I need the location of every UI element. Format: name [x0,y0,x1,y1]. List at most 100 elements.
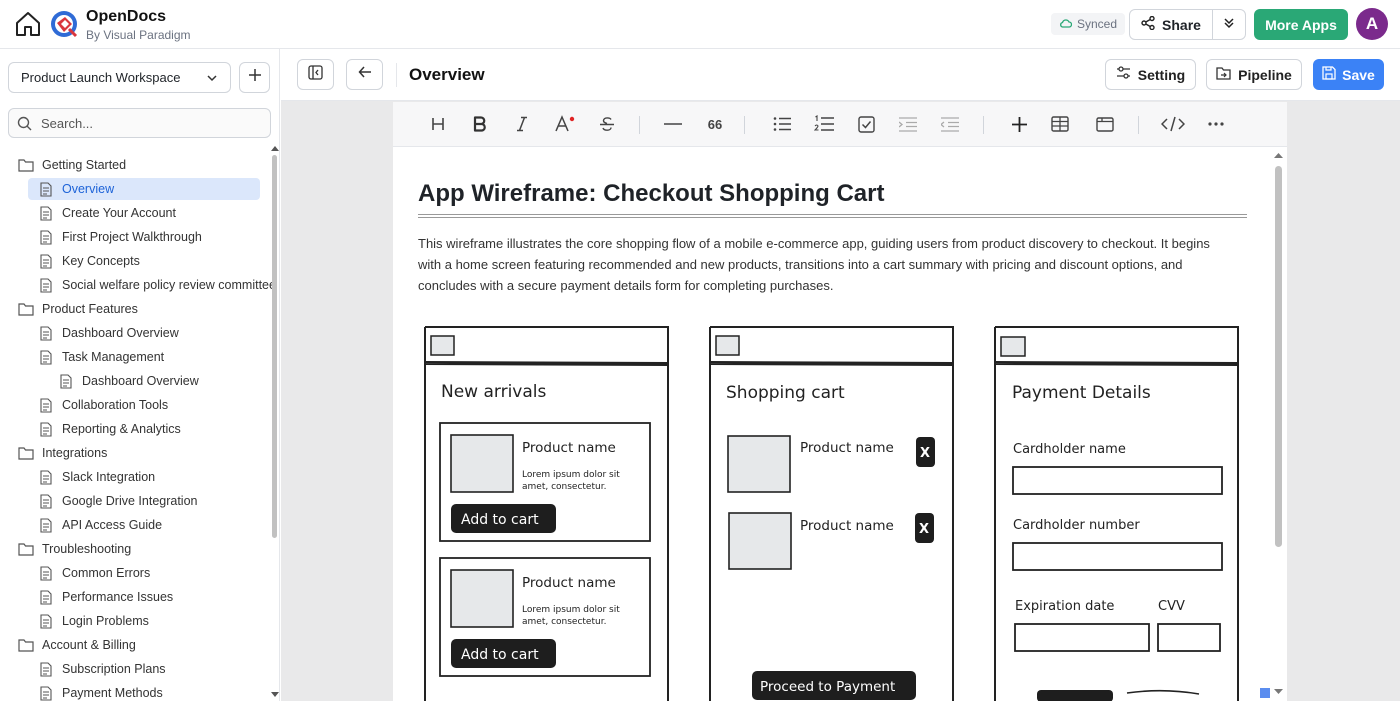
document-icon [38,661,54,677]
checklist-icon[interactable] [852,111,880,137]
tree-item-google-drive[interactable]: Google Drive Integration [38,490,198,512]
more-options-icon[interactable] [1202,111,1230,137]
document-paragraph: This wireframe illustrates the core shop… [418,236,1210,293]
add-workspace-button[interactable] [239,62,270,93]
setting-button[interactable]: Setting [1105,59,1196,90]
bold-icon[interactable] [466,111,494,137]
tree-item-subscription[interactable]: Subscription Plans [38,658,166,680]
tree-item-task-management[interactable]: Task Management [38,346,164,368]
share-dropdown-button[interactable] [1213,10,1245,39]
toggle-sidebar-button[interactable] [297,59,334,90]
document-icon [58,373,74,389]
wf-product-desc: amet, consectetur. [522,617,606,627]
tree-folder-integrations[interactable]: Integrations [18,442,107,464]
insert-plus-icon[interactable] [1005,111,1033,137]
wf-product-desc: Lorem ipsum dolor sit [522,470,620,480]
scroll-up-icon[interactable] [1274,152,1283,158]
tree-folder-account-billing[interactable]: Account & Billing [18,634,136,656]
share-button[interactable]: Share [1130,10,1213,39]
app-title: OpenDocs [86,8,167,25]
tree-folder-troubleshooting[interactable]: Troubleshooting [18,538,131,560]
share-label: Share [1162,16,1201,33]
scroll-down-icon[interactable] [1274,689,1283,695]
outdent-icon[interactable] [936,111,964,137]
home-icon[interactable] [12,9,44,39]
tree-item-api-access[interactable]: API Access Guide [38,514,162,536]
pipeline-button[interactable]: Pipeline [1206,59,1302,90]
document-icon [38,349,54,365]
folder-icon [18,157,34,173]
more-apps-button[interactable]: More Apps [1254,9,1348,40]
tree-item-performance[interactable]: Performance Issues [38,586,173,608]
tree-item-label: Integrations [42,446,108,460]
bullet-list-icon[interactable] [768,111,796,137]
tree-item-label: Key Concepts [62,254,140,268]
sliders-icon [1116,66,1131,83]
save-button[interactable]: Save [1313,59,1384,90]
folder-icon [18,301,34,317]
back-button[interactable] [346,59,383,90]
tree-item-label: Login Problems [62,614,149,628]
double-chevron-down-icon [1223,16,1235,34]
arrow-left-icon [357,65,372,84]
tree-item-collaboration-tools[interactable]: Collaboration Tools [38,394,168,416]
tree-item-label: Common Errors [62,566,151,580]
tree-item-slack[interactable]: Slack Integration [38,466,155,488]
scroll-down-icon[interactable] [271,692,279,698]
search-input[interactable] [41,114,261,132]
tree-item-dashboard-overview[interactable]: Dashboard Overview [38,322,179,344]
scroll-up-icon[interactable] [271,145,279,151]
search-box [8,108,271,138]
table-icon[interactable] [1046,111,1074,137]
wf-remove-label: X [920,446,930,461]
tree-item-label: Dashboard Overview [82,374,199,388]
resize-handle[interactable] [1260,688,1270,698]
tree-folder-product-features[interactable]: Product Features [18,298,138,320]
document-icon [38,277,54,293]
document-icon [38,517,54,533]
tree-item-label: Collaboration Tools [62,398,169,412]
document-icon [38,397,54,413]
tree-item-create-account[interactable]: Create Your Account [38,202,176,224]
editor-scroll-thumb[interactable] [1275,166,1282,547]
text-color-icon[interactable] [551,111,579,137]
pipeline-icon [1216,66,1231,83]
workspace-select[interactable]: Product Launch Workspace [8,62,231,93]
pipeline-label: Pipeline [1238,66,1292,83]
tree-item-social-welfare[interactable]: Social welfare policy review committee [38,274,272,296]
tree-item-first-project[interactable]: First Project Walkthrough [38,226,202,248]
italic-icon[interactable] [508,111,536,137]
document-icon [38,253,54,269]
setting-label: Setting [1137,66,1186,83]
tree-item-dashboard-overview-nested[interactable]: Dashboard Overview [58,370,199,392]
tree-item-label: Dashboard Overview [62,326,179,340]
code-icon[interactable] [1159,111,1187,137]
sidebar-scrollbar[interactable] [271,145,279,701]
title-underline [418,214,1247,218]
tree-item-overview[interactable]: Overview [28,178,260,200]
heading-icon[interactable] [424,111,452,137]
tree-item-label: Subscription Plans [62,662,166,676]
numbered-list-icon[interactable] [810,111,838,137]
tree-item-common-errors[interactable]: Common Errors [38,562,150,584]
wf-label-expiration: Expiration date [1015,599,1114,614]
horizontal-rule-icon[interactable] [659,111,687,137]
avatar[interactable]: A [1356,8,1388,40]
page-header: Overview Setting Pipeline Save [281,49,1400,101]
indent-icon[interactable] [894,111,922,137]
tree-folder-getting-started[interactable]: Getting Started [18,154,126,176]
sidebar-scroll-thumb[interactable] [272,155,277,538]
strikethrough-icon[interactable] [593,111,621,137]
editor-scrollbar[interactable] [1273,152,1283,701]
embed-icon[interactable] [1091,111,1119,137]
tree-item-login-problems[interactable]: Login Problems [38,610,149,632]
tree-item-payment-methods[interactable]: Payment Methods [38,682,163,701]
wf-product-name: Product name [522,440,616,456]
tree-item-key-concepts[interactable]: Key Concepts [38,250,140,272]
tree-item-reporting[interactable]: Reporting & Analytics [38,418,181,440]
opendocs-logo [49,9,79,39]
blockquote-icon[interactable]: 66 [701,111,729,137]
editor-page[interactable]: 66 App Wireframe: Checkout Shopping Cart… [393,102,1287,701]
plus-icon [248,68,262,87]
wf-product-name: Product name [522,575,616,591]
